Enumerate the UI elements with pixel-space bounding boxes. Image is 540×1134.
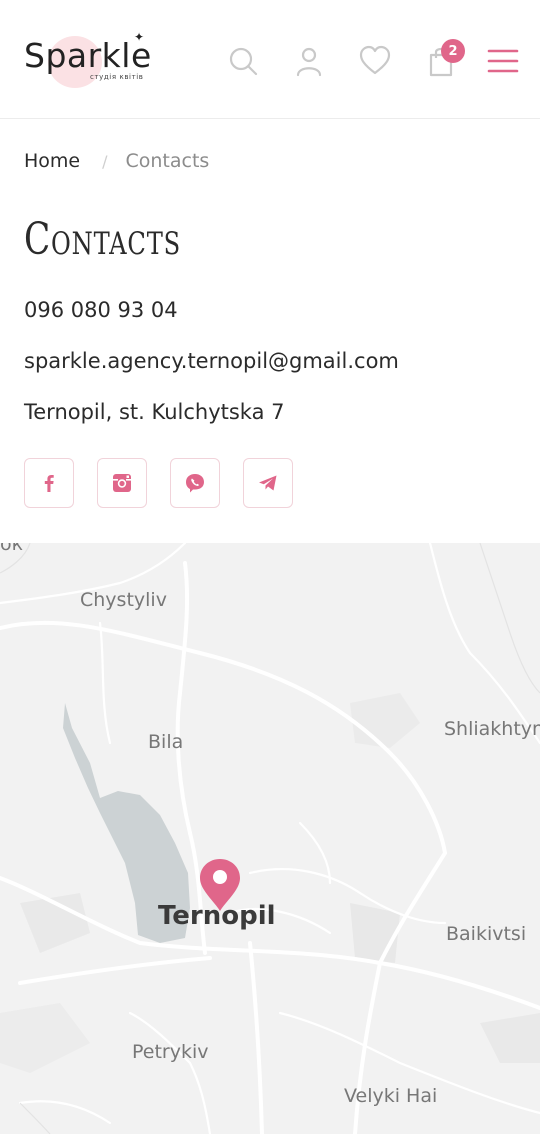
map-label-petrykiv: Petrykiv: [132, 1041, 209, 1063]
map-label-bila: Bila: [148, 731, 184, 753]
search-icon: [229, 47, 258, 76]
breadcrumb-separator: /: [102, 151, 108, 171]
logo[interactable]: Sparkle ✦ студія квітів: [24, 30, 164, 90]
breadcrumb: Home / Contacts: [24, 150, 209, 172]
map-label-velyki-hai: Velyki Hai: [344, 1085, 438, 1107]
menu-button[interactable]: [486, 44, 520, 78]
map[interactable]: ок Chystyliv Bila Shliakhtyn Baikivtsi P…: [0, 543, 540, 1134]
cart-count-badge: 2: [441, 39, 465, 63]
viber-button[interactable]: [170, 458, 220, 508]
map-background: [0, 543, 540, 1134]
page-title: Contacts: [24, 214, 181, 265]
address-text: Ternopil, st. Kulchytska 7: [24, 400, 285, 424]
map-label-chystyliv: Chystyliv: [80, 589, 167, 611]
instagram-button[interactable]: [97, 458, 147, 508]
logo-subtitle: студія квітів: [90, 73, 144, 81]
instagram-icon: [113, 474, 131, 492]
viber-icon: [186, 474, 204, 493]
logo-text: Sparkle: [24, 36, 152, 75]
breadcrumb-home-link[interactable]: Home: [24, 150, 80, 172]
menu-icon: [487, 49, 519, 73]
facebook-icon: [44, 475, 54, 492]
map-label-shliakhtyn: Shliakhtyn: [444, 718, 540, 740]
map-label-partial: ок: [0, 543, 24, 555]
breadcrumb-current: Contacts: [125, 150, 210, 172]
phone-link[interactable]: 096 080 93 04: [24, 298, 178, 322]
map-label-baikivtsi: Baikivtsi: [446, 923, 527, 945]
site-header: Sparkle ✦ студія квітів 2: [0, 0, 540, 119]
email-link[interactable]: sparkle.agency.ternopil@gmail.com: [24, 349, 399, 373]
wishlist-button[interactable]: [358, 44, 392, 78]
heart-icon: [359, 45, 391, 75]
social-links: [24, 458, 293, 508]
account-button[interactable]: [292, 44, 326, 78]
telegram-icon: [259, 475, 277, 491]
facebook-button[interactable]: [24, 458, 74, 508]
search-button[interactable]: [226, 44, 260, 78]
sparkle-icon: ✦: [134, 30, 145, 44]
telegram-button[interactable]: [243, 458, 293, 508]
map-pin-icon[interactable]: [198, 857, 242, 913]
user-icon: [296, 47, 322, 77]
